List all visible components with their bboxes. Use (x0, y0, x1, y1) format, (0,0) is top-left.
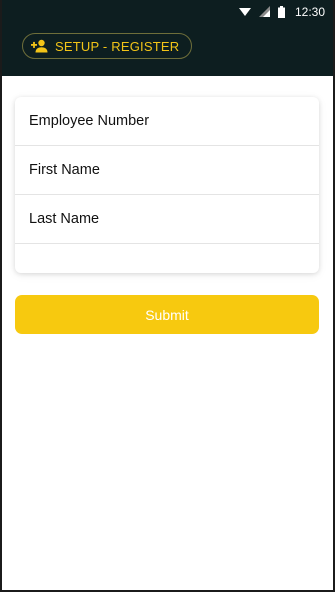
employee-number-label: Employee Number (29, 113, 150, 129)
status-icons: 12:30 (238, 0, 333, 23)
employee-number-field[interactable]: Employee Number (15, 97, 319, 146)
wifi-icon (238, 7, 251, 17)
setup-register-chip[interactable]: SETUP - REGISTER (22, 33, 193, 59)
add-person-icon (31, 39, 49, 53)
page-title: SETUP - REGISTER (55, 38, 180, 54)
first-name-label: First Name (29, 162, 100, 178)
status-bar: 12:30 (2, 0, 333, 23)
signal-icon (258, 6, 270, 17)
register-form-card: Employee Number First Name Last Name (15, 97, 319, 273)
first-name-field[interactable]: First Name (15, 146, 319, 195)
status-time: 12:30 (294, 4, 325, 19)
form-card-footer (15, 244, 319, 269)
last-name-field[interactable]: Last Name (15, 195, 319, 244)
battery-icon (277, 5, 285, 18)
last-name-label: Last Name (29, 211, 100, 227)
submit-button[interactable]: Submit (15, 295, 319, 334)
app-screen: 12:30 SETUP - REGISTER Employee Number F… (2, 0, 333, 590)
app-bar: SETUP - REGISTER (2, 23, 333, 76)
